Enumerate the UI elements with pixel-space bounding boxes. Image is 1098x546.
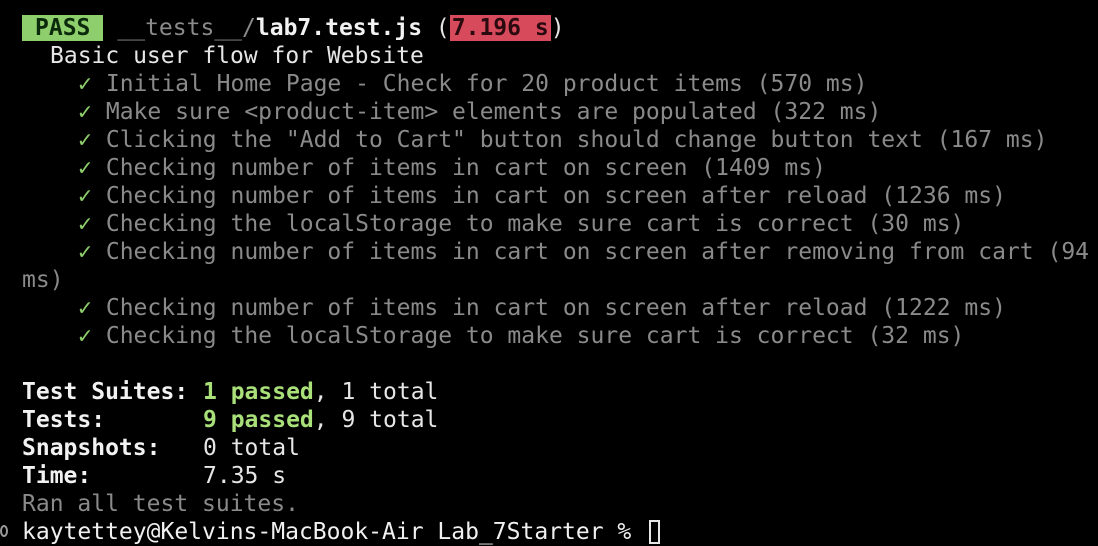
test-dir-prefix: __tests__/ [117,15,256,41]
test-file-name: lab7.test.js [255,15,423,41]
check-icon: ✓ [78,127,92,153]
test-result-row: ✓ Checking number of items in cart on scr… [22,182,1006,210]
pass-badge: PASS [22,15,104,41]
check-icon: ✓ [78,295,92,321]
summary-label: Test Suites: [22,379,189,405]
test-result-label: Checking the localStorage to make sure c… [105,211,965,237]
check-icon: ✓ [78,239,92,265]
test-result-row: ✓ Checking number of items in cart on scr… [22,238,1089,266]
summary-total: , 1 total [313,379,439,405]
summary-time: Time: 7.35 s [22,462,286,490]
check-icon: ✓ [78,323,92,349]
check-icon: ✓ [78,155,92,181]
test-result-row: ✓ Checking number of items in cart on scr… [22,294,1006,322]
test-result-label: Checking number of items in cart on scre… [105,239,1090,265]
ran-all-message: Ran all test suites. [22,491,299,517]
prompt-mark-icon [0,525,8,537]
test-duration-badge: 7.196 s [449,15,551,41]
test-result-label: Checking the localStorage to make sure c… [105,323,965,349]
test-result-label: Clicking the "Add to Cart" button should… [105,127,1048,153]
summary-value: 7.35 s [203,463,287,489]
test-result-label: Checking number of items in cart on scre… [105,295,1006,321]
test-result-label: Checking number of items in cart on scre… [105,155,826,181]
test-result-row: ✓ Checking number of items in cart on scr… [22,154,826,182]
terminal-window[interactable]: PASS __tests__/lab7.test.js (7.196 s) Bas… [0,0,1098,546]
prompt-text: kaytettey@Kelvins-MacBook-Air Lab_7Start… [22,519,646,545]
test-result-label: Initial Home Page - Check for 20 product… [105,71,868,97]
summary-label: Snapshots: [22,435,161,461]
summary-passed-count: 9 passed [203,407,314,433]
close-paren: ) [550,15,565,41]
test-result-row: ✓ Initial Home Page - Check for 20 produc… [22,70,867,98]
cursor-icon [649,520,661,544]
test-result-row: ✓ Checking the localStorage to make sure … [22,322,964,350]
summary-total: , 9 total [313,407,439,433]
summary-passed-count: 1 passed [203,379,314,405]
test-result-row: ✓ Checking the localStorage to make sure … [22,210,964,238]
suite-title: Basic user flow for Website [50,43,424,69]
summary-label: Time: [22,463,92,489]
test-result-row: ✓ Make sure <product-item> elements are p… [22,98,881,126]
test-result-label: Checking number of items in cart on scre… [105,183,1006,209]
check-icon: ✓ [78,99,92,125]
wrapped-line-continuation: ms) [22,267,64,293]
test-result-label: Make sure <product-item> elements are po… [105,99,882,125]
check-icon: ✓ [78,211,92,237]
summary-value: 0 total [203,435,300,461]
test-file-header: PASS __tests__/lab7.test.js (7.196 s) [22,14,565,42]
test-result-row: ✓ Clicking the "Add to Cart" button shoul… [22,126,1047,154]
check-icon: ✓ [78,71,92,97]
shell-prompt[interactable]: kaytettey@Kelvins-MacBook-Air Lab_7Start… [22,518,661,546]
check-icon: ✓ [78,183,92,209]
summary-tests: Tests: 9 passed, 9 total [22,406,438,434]
summary-label: Tests: [22,407,106,433]
open-paren: ( [422,15,450,41]
summary-snapshots: Snapshots: 0 total [22,434,300,462]
summary-test-suites: Test Suites: 1 passed, 1 total [22,378,438,406]
